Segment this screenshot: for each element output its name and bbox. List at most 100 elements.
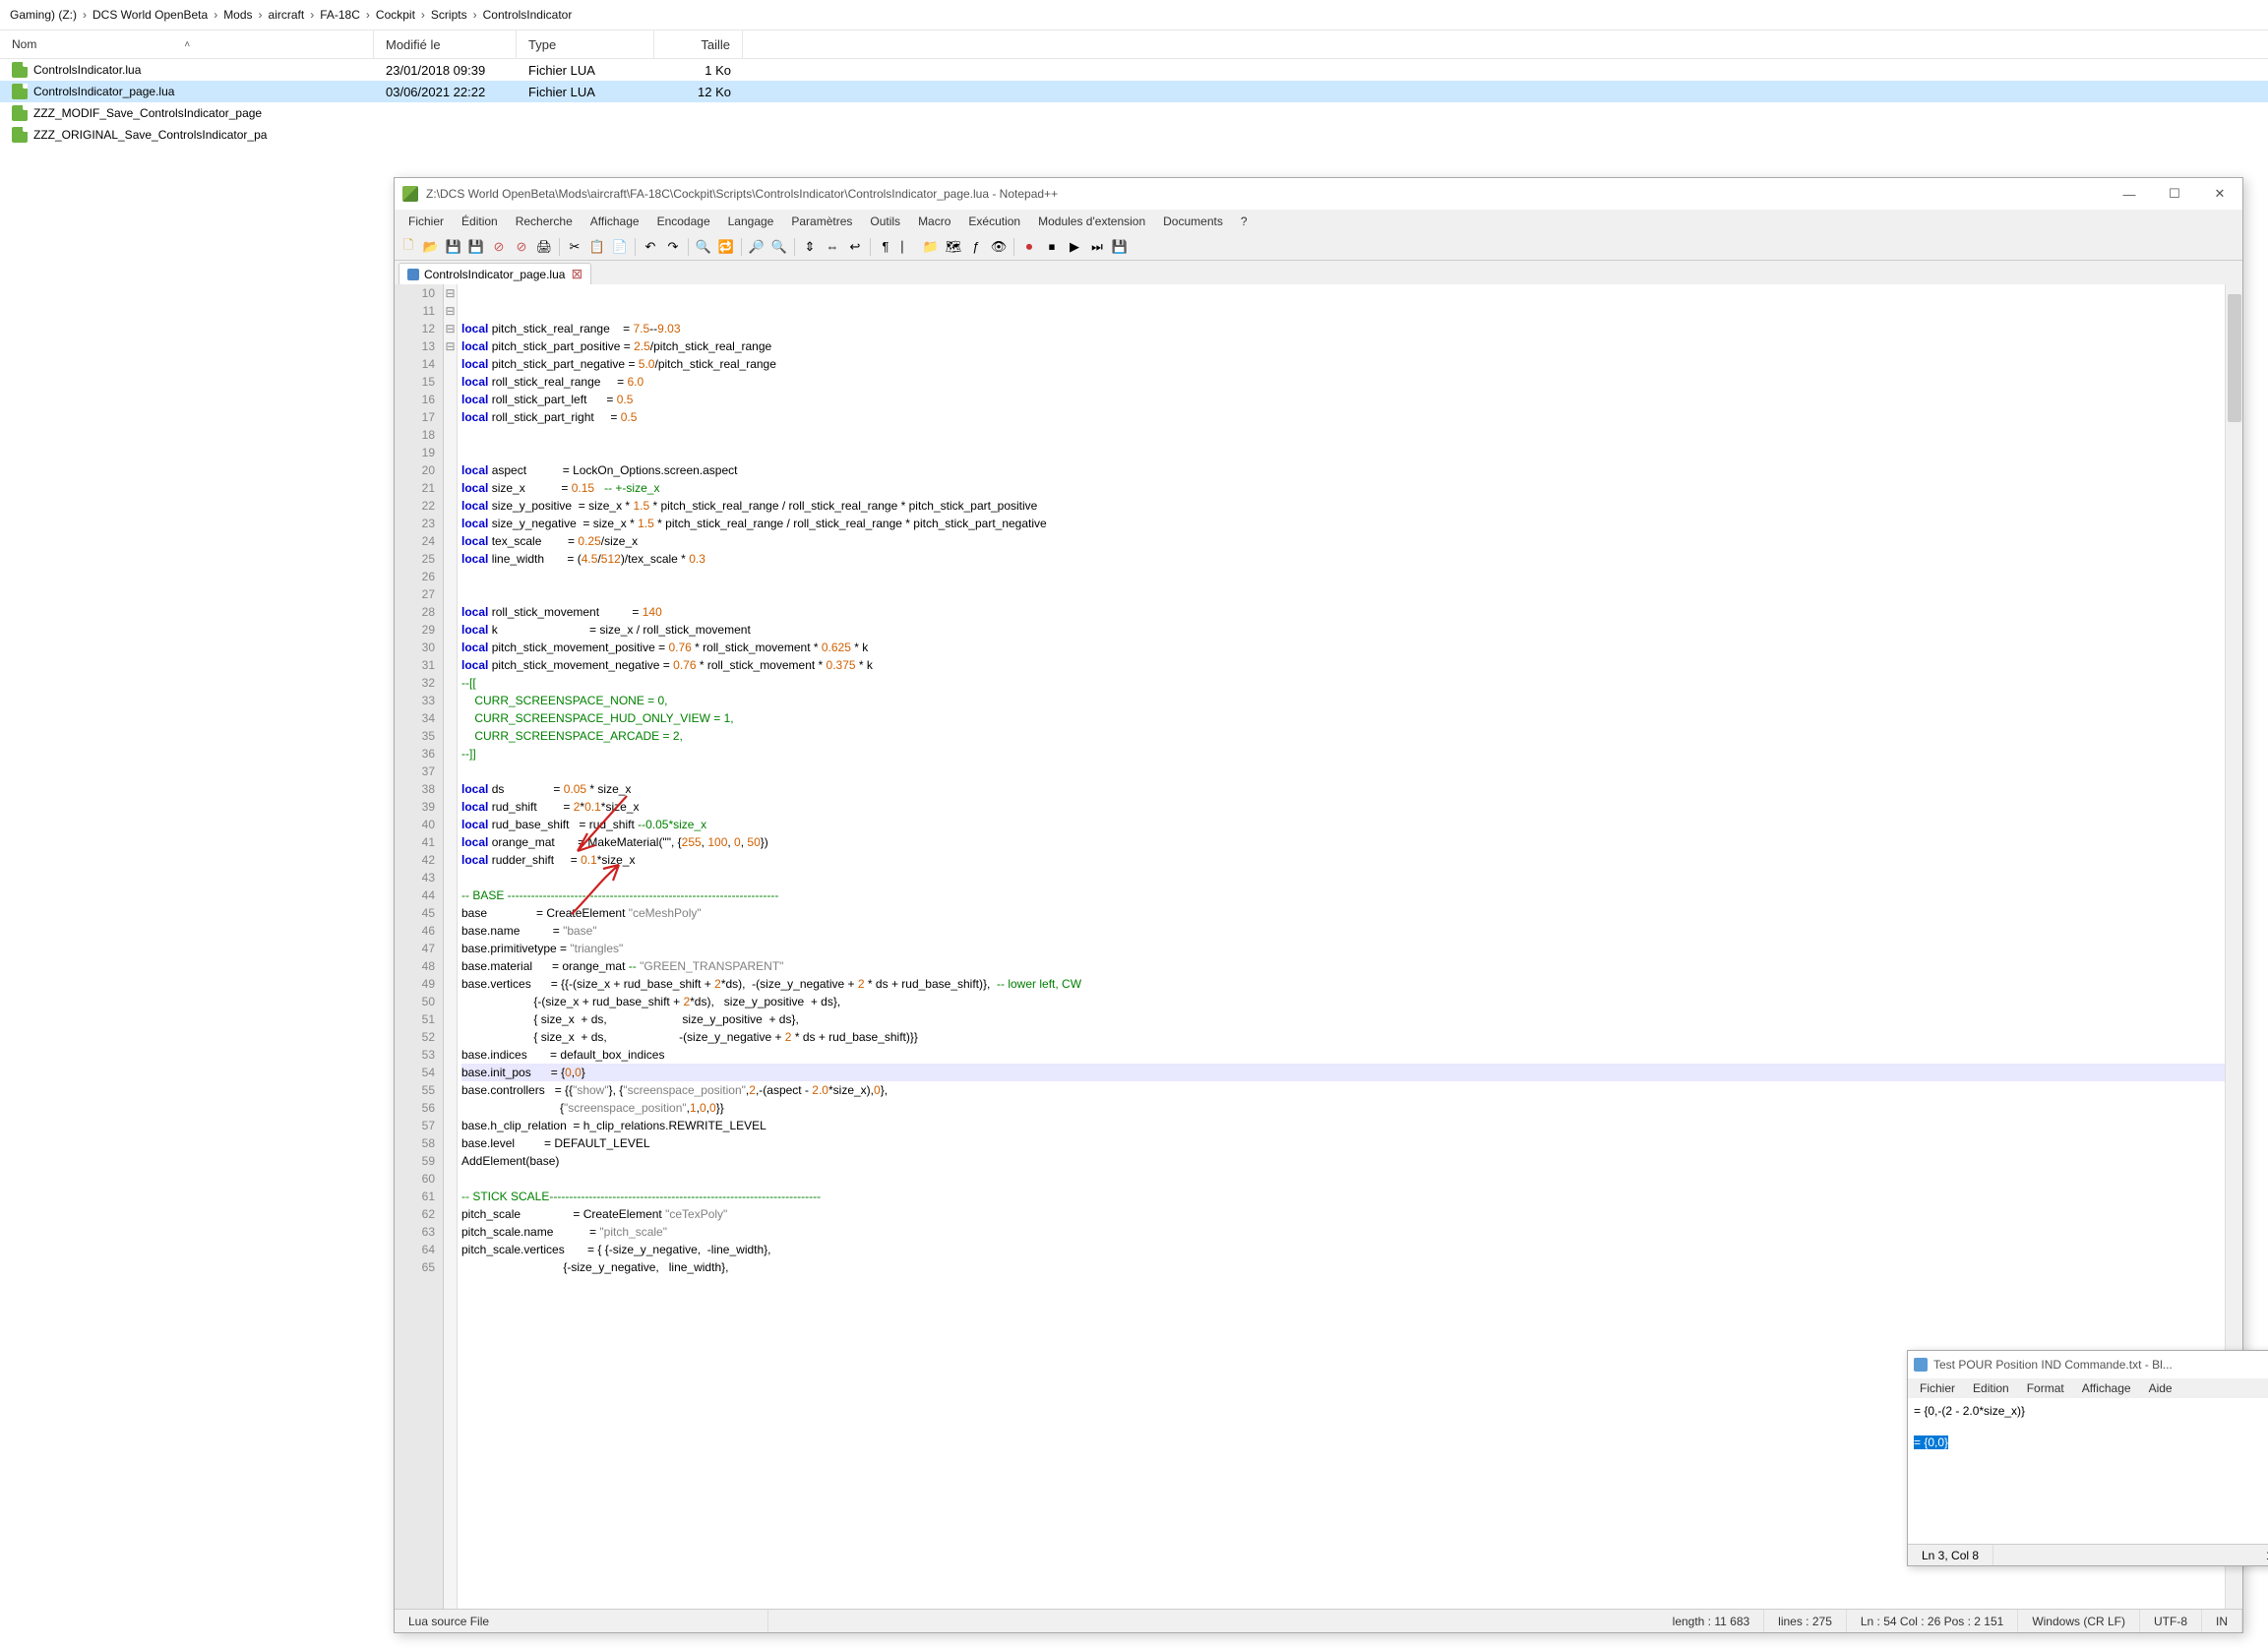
scrollbar-thumb[interactable] — [2228, 294, 2241, 422]
code-line[interactable]: local size_y_positive = size_x * 1.5 * p… — [461, 497, 2225, 515]
breadcrumb-item[interactable]: FA-18C — [320, 8, 360, 22]
file-tab[interactable]: ControlsIndicator_page.lua ⊠ — [398, 263, 591, 284]
menubar[interactable]: FichierÉditionRechercheAffichageEncodage… — [395, 210, 2242, 233]
mini-menubar[interactable]: FichierEditionFormatAffichageAide — [1908, 1378, 2268, 1398]
code-line[interactable]: base = CreateElement "ceMeshPoly" — [461, 904, 2225, 922]
tab-bar[interactable]: ControlsIndicator_page.lua ⊠ — [395, 261, 2242, 284]
new-file-icon[interactable]: 🗋 — [398, 237, 418, 257]
code-line[interactable]: local roll_stick_part_left = 0.5 — [461, 391, 2225, 408]
close-button[interactable]: ✕ — [2197, 178, 2242, 210]
cut-icon[interactable]: ✂ — [565, 237, 584, 257]
menu-recherche[interactable]: Recherche — [508, 212, 581, 231]
code-line[interactable]: local pitch_stick_real_range = 7.5--9.03 — [461, 320, 2225, 337]
save-icon[interactable]: 💾 — [444, 237, 463, 257]
fold-column[interactable]: ⊟⊟⊟⊟ — [444, 284, 458, 1609]
mini-titlebar[interactable]: Test POUR Position IND Commande.txt - Bl… — [1908, 1351, 2268, 1378]
code-line[interactable]: --[[ — [461, 674, 2225, 692]
code-line[interactable]: --]] — [461, 745, 2225, 763]
play-multi-icon[interactable]: ⏭ — [1087, 237, 1107, 257]
col-nom[interactable]: Nom — [12, 37, 36, 51]
code-line[interactable]: base.material = orange_mat -- "GREEN_TRA… — [461, 957, 2225, 975]
code-line[interactable]: {-size_y_negative, line_width}, — [461, 1258, 2225, 1276]
breadcrumb-bar[interactable]: Gaming) (Z:)›DCS World OpenBeta›Mods›air… — [0, 0, 2268, 30]
code-line[interactable]: CURR_SCREENSPACE_NONE = 0, — [461, 692, 2225, 709]
code-line[interactable]: pitch_scale.name = "pitch_scale" — [461, 1223, 2225, 1241]
show-chars-icon[interactable]: ¶ — [876, 237, 895, 257]
breadcrumb-item[interactable]: aircraft — [269, 8, 305, 22]
code-line[interactable]: CURR_SCREENSPACE_HUD_ONLY_VIEW = 1, — [461, 709, 2225, 727]
code-line[interactable]: base.indices = default_box_indices — [461, 1046, 2225, 1064]
close-file-icon[interactable]: ⊘ — [489, 237, 509, 257]
code-line[interactable] — [461, 426, 2225, 444]
code-line[interactable]: {-(size_x + rud_base_shift + 2*ds), size… — [461, 993, 2225, 1010]
mini-text-area[interactable]: = {0,-(2 - 2.0*size_x)} = {0,0} — [1908, 1398, 2268, 1544]
code-line[interactable]: -- STICK SCALE--------------------------… — [461, 1188, 2225, 1205]
undo-icon[interactable]: ↶ — [641, 237, 660, 257]
code-line[interactable]: local pitch_stick_movement_positive = 0.… — [461, 639, 2225, 656]
breadcrumb-item[interactable]: Cockpit — [376, 8, 415, 22]
code-line[interactable] — [461, 1170, 2225, 1188]
sync-h-icon[interactable]: ⇔ — [823, 237, 842, 257]
zoom-out-icon[interactable]: 🔍 — [769, 237, 789, 257]
menu-édition[interactable]: Édition — [454, 212, 506, 231]
menu-affichage[interactable]: Affichage — [582, 212, 647, 231]
code-line[interactable]: base.name = "base" — [461, 922, 2225, 940]
copy-icon[interactable]: 📋 — [587, 237, 607, 257]
code-line[interactable]: local rud_base_shift = rud_shift --0.05*… — [461, 816, 2225, 833]
maximize-button[interactable]: ☐ — [2152, 178, 2197, 210]
code-line[interactable]: base.vertices = {{-(size_x + rud_base_sh… — [461, 975, 2225, 993]
mini-menu-affichage[interactable]: Affichage — [2074, 1378, 2139, 1398]
code-line[interactable]: local tex_scale = 0.25/size_x — [461, 532, 2225, 550]
column-headers[interactable]: Nom˄ Modifié le Type Taille — [0, 30, 2268, 59]
code-line[interactable]: local pitch_stick_movement_negative = 0.… — [461, 656, 2225, 674]
stop-icon[interactable]: ⏹ — [1042, 237, 1062, 257]
code-line[interactable]: {"screenspace_position",1,0,0}} — [461, 1099, 2225, 1117]
menu-?[interactable]: ? — [1233, 212, 1256, 231]
code-line[interactable]: local orange_mat = MakeMaterial("", {255… — [461, 833, 2225, 851]
code-line[interactable]: base.controllers = {{"show"}, {"screensp… — [461, 1081, 2225, 1099]
file-row[interactable]: ZZZ_ORIGINAL_Save_ControlsIndicator_pa — [0, 124, 2268, 146]
indent-guide-icon[interactable]: ⎸ — [898, 237, 918, 257]
file-row[interactable]: ControlsIndicator.lua23/01/2018 09:39Fic… — [0, 59, 2268, 81]
code-line[interactable]: local rud_shift = 2*0.1*size_x — [461, 798, 2225, 816]
code-line[interactable]: CURR_SCREENSPACE_ARCADE = 2, — [461, 727, 2225, 745]
code-line[interactable] — [461, 763, 2225, 780]
folder-icon[interactable]: 📁 — [921, 237, 941, 257]
code-line[interactable]: local roll_stick_real_range = 6.0 — [461, 373, 2225, 391]
save-macro-icon[interactable]: 💾 — [1110, 237, 1130, 257]
sync-v-icon[interactable]: ⇕ — [800, 237, 820, 257]
code-line[interactable]: local rudder_shift = 0.1*size_x — [461, 851, 2225, 869]
menu-macro[interactable]: Macro — [910, 212, 958, 231]
open-file-icon[interactable]: 📂 — [421, 237, 441, 257]
code-line[interactable]: local aspect = LockOn_Options.screen.asp… — [461, 461, 2225, 479]
code-line[interactable]: local pitch_stick_part_negative = 5.0/pi… — [461, 355, 2225, 373]
menu-paramètres[interactable]: Paramètres — [783, 212, 860, 231]
breadcrumb-item[interactable]: ControlsIndicator — [483, 8, 573, 22]
find-icon[interactable]: 🔍 — [694, 237, 713, 257]
breadcrumb-item[interactable]: Scripts — [431, 8, 467, 22]
close-all-icon[interactable]: ⊘ — [512, 237, 531, 257]
code-line[interactable]: base.primitivetype = "triangles" — [461, 940, 2225, 957]
menu-fichier[interactable]: Fichier — [400, 212, 452, 231]
doc-map-icon[interactable]: 🗺 — [944, 237, 963, 257]
code-line[interactable]: local k = size_x / roll_stick_movement — [461, 621, 2225, 639]
mini-menu-format[interactable]: Format — [2019, 1378, 2072, 1398]
menu-exécution[interactable]: Exécution — [960, 212, 1028, 231]
code-line[interactable]: base.level = DEFAULT_LEVEL — [461, 1134, 2225, 1152]
menu-encodage[interactable]: Encodage — [649, 212, 718, 231]
code-line[interactable] — [461, 568, 2225, 585]
toolbar[interactable]: 🗋 📂 💾 💾 ⊘ ⊘ 🖨 ✂ 📋 📄 ↶ ↷ 🔍 🔁 🔎 🔍 ⇕ ⇔ ↩ ¶ … — [395, 233, 2242, 261]
code-line[interactable]: base.h_clip_relation = h_clip_relations.… — [461, 1117, 2225, 1134]
code-line[interactable]: pitch_scale.vertices = { {-size_y_negati… — [461, 1241, 2225, 1258]
monitor-icon[interactable]: 👁 — [989, 237, 1009, 257]
mini-menu-edition[interactable]: Edition — [1965, 1378, 2017, 1398]
col-size[interactable]: Taille — [654, 31, 743, 58]
code-line[interactable]: local line_width = (4.5/512)/tex_scale *… — [461, 550, 2225, 568]
zoom-in-icon[interactable]: 🔎 — [747, 237, 766, 257]
redo-icon[interactable]: ↷ — [663, 237, 683, 257]
menu-modules d'extension[interactable]: Modules d'extension — [1030, 212, 1153, 231]
minimize-button[interactable]: — — [2107, 178, 2152, 210]
menu-langage[interactable]: Langage — [720, 212, 782, 231]
code-line[interactable]: local pitch_stick_part_positive = 2.5/pi… — [461, 337, 2225, 355]
code-line[interactable] — [461, 284, 2225, 302]
